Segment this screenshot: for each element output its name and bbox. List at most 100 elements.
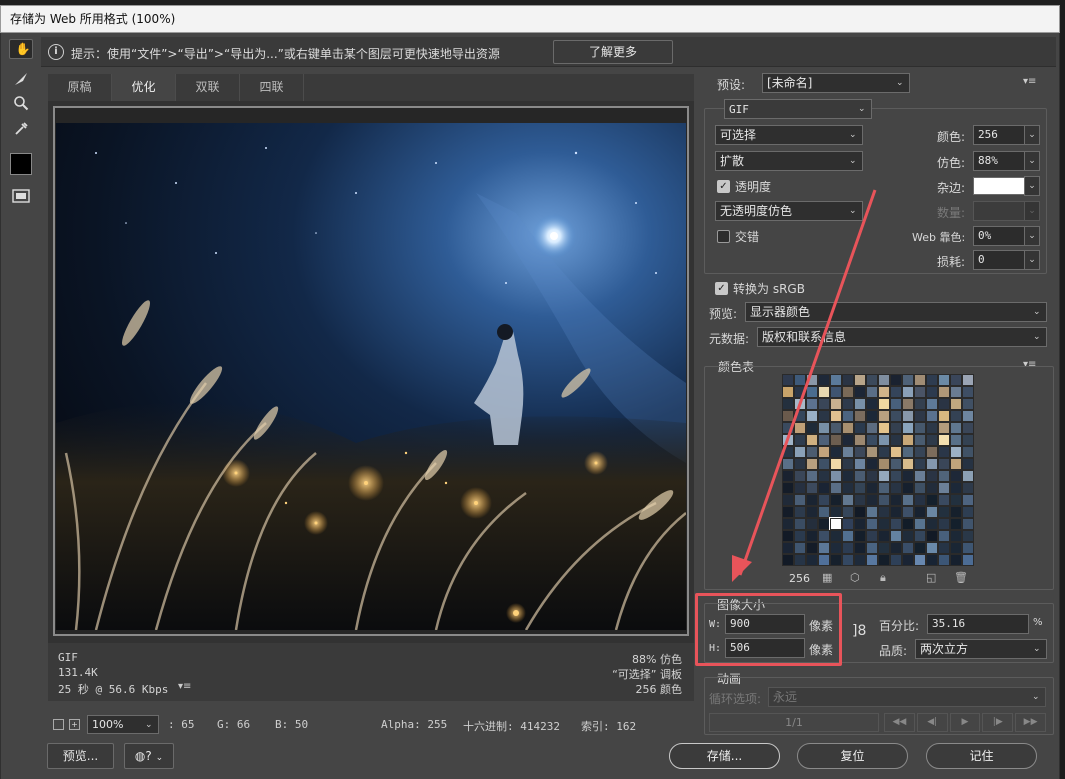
previous-frame-icon[interactable]: ◀| [916,713,948,732]
lossy-input[interactable]: 0 [973,250,1025,270]
color-swatch[interactable] [794,518,806,530]
color-swatch[interactable] [842,458,854,470]
color-swatch[interactable] [854,386,866,398]
color-swatch[interactable] [878,422,890,434]
zoom-out-icon[interactable] [53,719,64,730]
color-swatch[interactable] [830,446,842,458]
color-swatch[interactable] [866,554,878,566]
learn-more-button[interactable]: 了解更多 [553,40,673,64]
color-swatch[interactable] [914,410,926,422]
color-swatch[interactable] [782,494,794,506]
color-swatch[interactable] [902,458,914,470]
color-swatch[interactable] [938,434,950,446]
colors-dropdown-icon[interactable]: ⌄ [1024,125,1040,145]
color-swatch[interactable] [842,398,854,410]
color-swatch[interactable] [782,530,794,542]
remember-button[interactable]: 记住 [926,743,1037,769]
color-swatch[interactable] [842,446,854,458]
color-swatch[interactable] [782,458,794,470]
color-swatch[interactable] [938,542,950,554]
tab-original[interactable]: 原稿 [48,74,112,101]
color-swatch[interactable] [830,374,842,386]
dither-algorithm-select[interactable]: 扩散 ⌄ [715,151,863,171]
hand-tool-icon[interactable]: ✋ [9,39,33,59]
color-swatch[interactable] [962,386,974,398]
color-swatch[interactable] [902,506,914,518]
color-swatch[interactable] [938,422,950,434]
color-swatch[interactable] [818,458,830,470]
color-swatch[interactable] [926,482,938,494]
color-swatch[interactable] [806,530,818,542]
color-swatch[interactable] [902,434,914,446]
colors-input[interactable]: 256 [973,125,1025,145]
color-swatch[interactable] [950,518,962,530]
color-swatch[interactable] [842,506,854,518]
color-swatch[interactable] [962,482,974,494]
color-swatch[interactable] [878,470,890,482]
color-swatch[interactable] [842,542,854,554]
color-swatch[interactable] [902,494,914,506]
color-swatch[interactable] [890,410,902,422]
zoom-select[interactable]: 100% ⌄ [87,715,159,734]
color-swatch[interactable] [938,530,950,542]
color-swatch[interactable] [890,386,902,398]
color-swatch[interactable] [842,386,854,398]
color-swatch[interactable] [938,458,950,470]
color-swatch[interactable] [866,386,878,398]
color-swatch[interactable] [962,446,974,458]
color-swatch[interactable] [854,374,866,386]
color-swatch[interactable] [782,470,794,482]
color-swatch[interactable] [890,398,902,410]
color-swatch[interactable] [938,386,950,398]
optimize-menu-icon[interactable]: ▾≡ [1023,76,1036,87]
zoom-in-icon[interactable]: + [69,719,80,730]
color-swatch[interactable] [782,518,794,530]
color-swatch[interactable] [950,458,962,470]
color-swatch[interactable] [794,446,806,458]
color-swatch[interactable] [878,518,890,530]
color-swatch[interactable] [866,410,878,422]
color-swatch[interactable] [878,506,890,518]
color-swatch[interactable] [854,410,866,422]
color-swatch[interactable] [866,458,878,470]
color-swatch[interactable] [782,398,794,410]
color-swatch[interactable] [914,494,926,506]
color-swatch[interactable] [902,422,914,434]
color-swatch[interactable] [938,482,950,494]
toggle-slices-icon[interactable] [9,184,33,208]
color-swatch[interactable] [818,386,830,398]
color-swatch[interactable] [794,482,806,494]
color-swatch[interactable] [878,458,890,470]
color-swatch[interactable] [842,518,854,530]
color-swatch[interactable] [818,374,830,386]
color-swatch[interactable] [950,530,962,542]
color-swatch[interactable] [950,374,962,386]
color-swatch[interactable] [938,374,950,386]
matte-dropdown-icon[interactable]: ⌄ [1024,176,1040,196]
color-swatch[interactable] [962,458,974,470]
color-swatch[interactable] [842,374,854,386]
color-swatch[interactable] [950,542,962,554]
color-swatch[interactable] [794,530,806,542]
dither-input[interactable]: 88% [973,151,1025,171]
download-speed-menu-icon[interactable]: ▾≡ [178,681,191,692]
color-swatch[interactable] [794,386,806,398]
slice-select-tool-icon[interactable] [9,67,33,91]
color-swatch[interactable] [830,470,842,482]
color-swatch[interactable] [890,470,902,482]
color-swatch[interactable] [890,494,902,506]
color-swatch[interactable] [962,494,974,506]
color-swatch[interactable] [818,410,830,422]
color-swatch[interactable] [878,530,890,542]
color-swatch[interactable] [926,410,938,422]
color-swatch[interactable] [890,518,902,530]
color-swatch[interactable] [794,374,806,386]
color-swatch[interactable] [914,374,926,386]
first-frame-icon[interactable]: ◀◀ [884,713,915,732]
color-swatch[interactable] [914,542,926,554]
color-swatch[interactable] [866,494,878,506]
color-swatch[interactable] [878,446,890,458]
color-swatch[interactable] [938,554,950,566]
color-swatch[interactable] [914,434,926,446]
color-swatch[interactable] [938,470,950,482]
